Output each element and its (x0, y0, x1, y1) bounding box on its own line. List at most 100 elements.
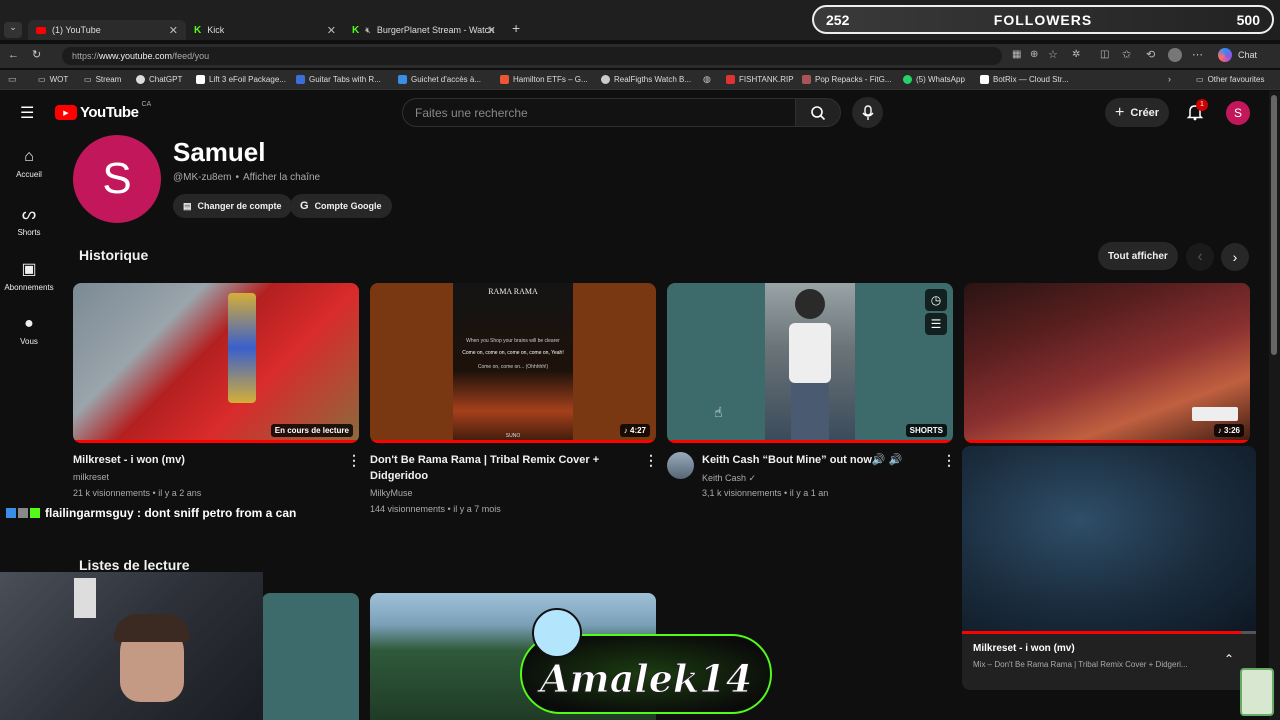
create-button[interactable]: + Créer (1105, 98, 1170, 127)
split-screen-icon[interactable]: ◫ (1100, 49, 1109, 60)
badge-icon (6, 508, 16, 518)
muted-speaker-icon[interactable]: 🔇︎ (365, 25, 371, 36)
followers-label: FOLLOWERS (993, 11, 1093, 28)
playlist-thumbnail[interactable] (262, 593, 359, 720)
chevron-right-icon: › (1232, 249, 1238, 265)
globe-icon[interactable]: ◍ (703, 74, 711, 85)
back-icon[interactable]: ← (8, 49, 19, 61)
video-thumbnail[interactable]: ♪ 3:26 (964, 283, 1250, 443)
channel-name[interactable]: Keith Cash ✓ (702, 470, 756, 486)
expand-icon[interactable]: ⌃ (1224, 652, 1234, 666)
bookmark-item[interactable]: Hamilton ETFs – G... (500, 75, 588, 84)
channel-handle-row: @MK-zu8em • Afficher la chaîne (173, 172, 320, 183)
close-tab-icon[interactable]: ✕ (487, 24, 496, 37)
duration-badge: ♪ 3:26 (1213, 424, 1244, 437)
bookmark-item[interactable]: Lift 3 eFoil Package... (196, 75, 286, 84)
channel-avatar-small[interactable] (667, 452, 694, 479)
zoom-icon[interactable]: ⊕ (1030, 49, 1038, 60)
favorite-star-icon[interactable]: ☆ (1048, 48, 1058, 61)
tab-burgerplanet[interactable]: K 🔇︎ BurgerPlanet Stream - Watch ✕ (344, 20, 504, 40)
chat-text: flailingarmsguy : dont sniff petro from … (45, 506, 297, 520)
new-tab-button[interactable]: + (512, 20, 520, 36)
thumb-lyric: Come on, come on... (Ohhhhh!) (477, 364, 549, 370)
profile-avatar[interactable] (1168, 48, 1182, 62)
address-bar[interactable]: https://www.youtube.com/feed/you (62, 47, 1002, 65)
view-channel-link[interactable]: Afficher la chaîne (243, 172, 320, 183)
channel-name[interactable]: milkreset (73, 469, 109, 485)
channel-avatar[interactable]: S (73, 135, 161, 223)
scroll-right-button[interactable]: › (1221, 243, 1249, 271)
scrollbar-thumb[interactable] (1271, 95, 1277, 355)
other-favourites-folder[interactable]: ▭ Other favourites (1196, 75, 1264, 84)
tab-list-button[interactable]: ⌄ (4, 22, 22, 38)
sidebar-item-you[interactable]: ● Vous (0, 315, 58, 346)
google-account-button[interactable]: G Compte Google (290, 194, 392, 218)
video-title[interactable]: Keith Cash “Bout Mine” out now🔊 🔊 (702, 452, 932, 468)
history-icon[interactable]: ⟲ (1146, 48, 1155, 61)
sidebar-item-subscriptions[interactable]: ▣ Abonnements (0, 259, 58, 292)
channel-name[interactable]: MilkyMuse (370, 485, 413, 501)
copilot-icon[interactable] (1218, 48, 1232, 62)
bookmark-item[interactable]: (5) WhatsApp (903, 75, 965, 84)
account-avatar[interactable]: S (1226, 101, 1250, 125)
search-button[interactable] (795, 98, 841, 127)
more-options-icon[interactable]: ⋮ (347, 452, 361, 469)
playlists-heading: Listes de lecture (79, 557, 190, 573)
extensions-icon[interactable]: ✲ (1072, 49, 1080, 60)
bookmark-item[interactable]: ▭ Stream (84, 75, 121, 84)
scroll-left-button[interactable]: ‹ (1186, 243, 1214, 271)
close-tab-icon[interactable]: ✕ (169, 24, 178, 37)
shorts-icon: ᔕ (21, 206, 37, 223)
add-to-queue-icon[interactable]: ☰ (925, 313, 947, 335)
site-icon (398, 75, 407, 84)
chevron-left-icon: ‹ (1197, 248, 1203, 265)
search-input[interactable]: Faites une recherche (402, 98, 796, 127)
tab-kick[interactable]: K Kick ✕ (186, 20, 344, 40)
chevron-right-icon[interactable]: › (1168, 74, 1171, 84)
reload-icon[interactable]: ↻ (32, 48, 41, 61)
chat-label[interactable]: Chat (1238, 50, 1257, 60)
mascot-graphic (532, 608, 582, 658)
trophy-graphic (228, 293, 256, 403)
bookmark-item[interactable]: Guitar Tabs with R... (296, 75, 381, 84)
bookmark-item[interactable]: ChatGPT (136, 75, 182, 84)
collections-icon[interactable]: ▭ (8, 74, 17, 85)
miniplayer[interactable]: Milkreset - i won (mv) Mix – Don't Be Ra… (962, 446, 1256, 690)
bookmark-item[interactable]: ▭ WOT (38, 75, 68, 84)
subscriptions-icon: ▣ (21, 261, 37, 278)
notifications-button[interactable]: 1 (1186, 99, 1208, 126)
switch-account-button[interactable]: ▤ Changer de compte (173, 194, 292, 218)
close-tab-icon[interactable]: ✕ (327, 24, 336, 37)
youtube-favicon-icon (36, 26, 46, 34)
bookmark-item[interactable]: FISHTANK.RIP (726, 75, 794, 84)
video-thumbnail[interactable]: En cours de lecture (73, 283, 359, 443)
menu-icon[interactable]: ☰ (20, 103, 34, 123)
see-all-button[interactable]: Tout afficher (1098, 242, 1178, 270)
notification-count-badge: 1 (1196, 99, 1208, 111)
reader-icon[interactable]: ▦ (1012, 49, 1021, 60)
favorites-icon[interactable]: ✩ (1122, 48, 1131, 61)
page-scrollbar[interactable] (1269, 91, 1280, 720)
youtube-play-icon: ▶ (55, 105, 77, 120)
video-thumbnail[interactable]: RAMA RAMA When you Shop your brains will… (370, 283, 656, 443)
bookmark-item[interactable]: Pop Repacks - FitG... (802, 75, 891, 84)
more-options-icon[interactable]: ⋮ (942, 452, 956, 469)
youtube-logo[interactable]: ▶ YouTube CA (55, 101, 151, 121)
separator: • (235, 172, 240, 183)
site-icon (196, 75, 205, 84)
tab-youtube[interactable]: (1) YouTube ✕ (28, 20, 186, 40)
video-title[interactable]: Don't Be Rama Rama | Tribal Remix Cover … (370, 452, 630, 484)
video-thumbnail[interactable]: ◷ ☰ SHORTS (667, 283, 953, 443)
video-title[interactable]: Milkreset - i won (mv) (73, 452, 333, 468)
bookmark-item[interactable]: RealFigths Watch B... (601, 75, 691, 84)
watch-later-icon[interactable]: ◷ (925, 289, 947, 311)
sidebar-item-shorts[interactable]: ᔕ Shorts (0, 204, 58, 237)
more-options-icon[interactable]: ⋮ (644, 452, 658, 469)
bookmark-item[interactable]: BotRix — Cloud Str... (980, 75, 1069, 84)
miniplayer-video[interactable] (962, 446, 1256, 632)
more-menu-icon[interactable]: ⋯ (1192, 48, 1203, 61)
voice-search-button[interactable] (852, 97, 883, 128)
sidebar-item-home[interactable]: ⌂ Accueil (0, 148, 58, 179)
miniplayer-progress-track[interactable] (962, 631, 1256, 634)
bookmark-item[interactable]: Guichet d'accès à... (398, 75, 481, 84)
